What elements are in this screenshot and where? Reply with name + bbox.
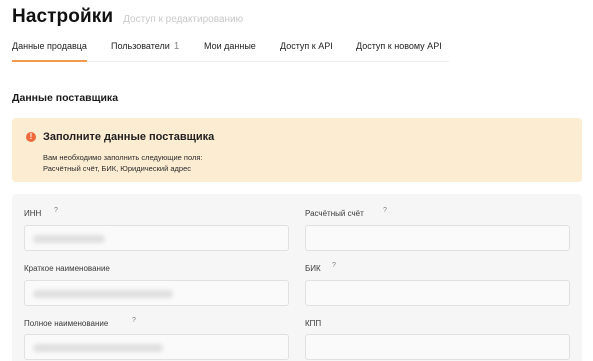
blurred-value	[33, 344, 163, 352]
blurred-value	[33, 290, 173, 298]
exclamation-icon: !	[26, 132, 36, 142]
help-icon[interactable]: ?	[332, 262, 336, 269]
tab-count-badge: 1	[173, 41, 180, 52]
kpp-label: КПП	[305, 319, 322, 328]
tab-label: Доступ к API	[280, 41, 333, 51]
tab-seller-data[interactable]: Данные продавца	[12, 41, 87, 62]
alert-text: Вам необходимо заполнить следующие поля:	[43, 153, 203, 162]
warning-alert: ! Заполните данные поставщика Вам необхо…	[12, 118, 582, 182]
section-title: Данные поставщика	[12, 92, 119, 104]
full-name-label: Полное наименование	[24, 319, 109, 328]
alert-title: Заполните данные поставщика	[43, 131, 215, 143]
help-icon[interactable]: ?	[132, 317, 136, 324]
tab-label: Доступ к новому API	[356, 41, 442, 51]
tab-new-api-access[interactable]: Доступ к новому API	[356, 41, 442, 52]
supplier-form: ИНН ? Расчётный счёт ? Краткое наименова…	[12, 194, 582, 361]
bik-label: БИК	[305, 264, 321, 273]
tab-label: Мои данные	[204, 41, 256, 51]
inn-field[interactable]	[24, 225, 289, 251]
tab-label: Пользователи	[111, 41, 170, 51]
tab-users[interactable]: Пользователи 1	[111, 41, 179, 52]
account-label: Расчётный счёт	[305, 209, 364, 218]
blurred-value	[33, 235, 105, 243]
help-icon[interactable]: ?	[383, 207, 387, 214]
inn-label: ИНН	[24, 209, 42, 218]
page-subtitle: Доступ к редактированию	[123, 14, 244, 25]
full-name-field[interactable]	[24, 334, 289, 360]
tab-my-data[interactable]: Мои данные	[204, 41, 256, 52]
short-name-label: Краткое наименование	[24, 264, 110, 273]
bik-field[interactable]	[305, 280, 570, 306]
kpp-field[interactable]	[305, 334, 570, 360]
page-header: Настройки Доступ к редактированию	[12, 6, 243, 28]
tab-api-access[interactable]: Доступ к API	[280, 41, 333, 52]
tab-label: Данные продавца	[12, 41, 87, 51]
page-title: Настройки	[12, 6, 114, 27]
alert-required-fields: Расчётный счёт, БИК, Юридический адрес	[43, 164, 191, 173]
account-field[interactable]	[305, 225, 570, 251]
help-icon[interactable]: ?	[54, 207, 58, 214]
settings-tabs: Данные продавца Пользователи 1 Мои данные…	[12, 41, 449, 62]
short-name-field[interactable]	[24, 280, 289, 306]
